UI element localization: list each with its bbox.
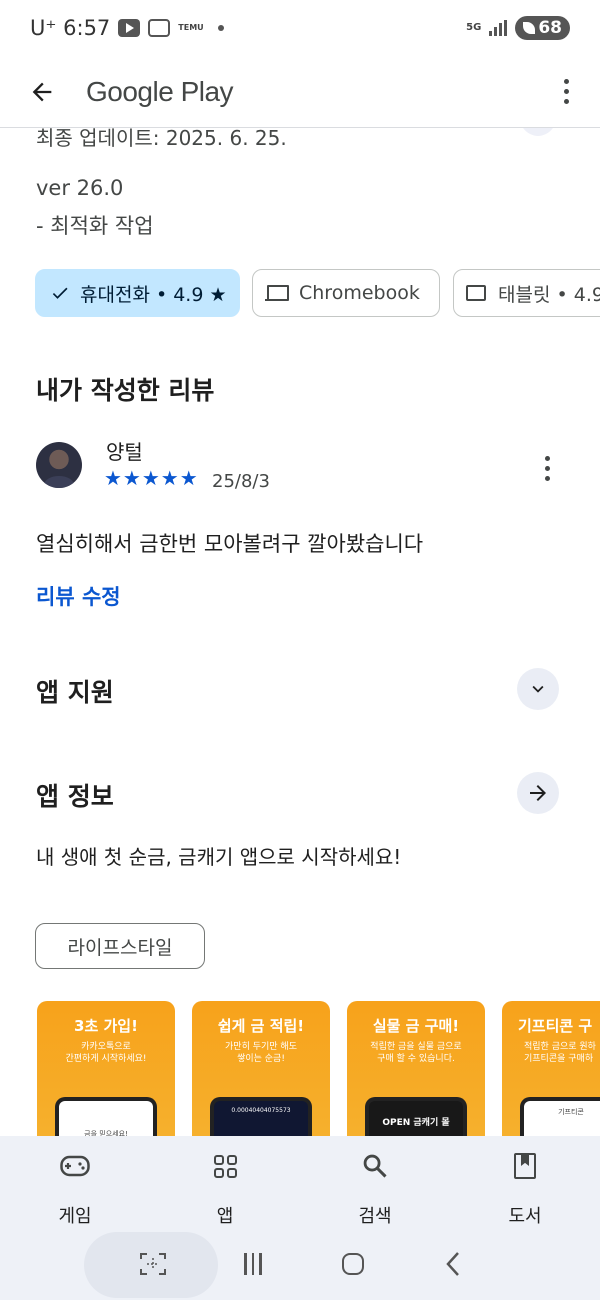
home-icon <box>342 1253 364 1275</box>
back-button[interactable] <box>26 76 58 108</box>
screenshot-title: 기프티콘 구 <box>518 1017 593 1035</box>
arrow-forward-icon <box>530 785 546 801</box>
phone-screen-text: 0.00040404075573 <box>214 1101 308 1136</box>
gamepad-icon <box>60 1150 90 1182</box>
app-title: Google Play <box>86 75 234 107</box>
status-left: U⁺ 6:57 TEMU <box>30 16 224 40</box>
shopping-notification-icon <box>148 19 171 37</box>
category-chip[interactable]: 라이프스타일 <box>35 923 205 969</box>
version-text: ver 26.0 <box>36 176 124 200</box>
phone-screen-text: OPEN 금캐기 몰 <box>369 1101 463 1136</box>
screenshot-card[interactable]: 실물 금 구매! 적립한 금을 실물 금으로 구매 할 수 있습니다. OPEN… <box>347 1001 485 1136</box>
home-button[interactable] <box>340 1250 366 1278</box>
phone-screen-text: 금을 믿으세요! <box>59 1101 153 1136</box>
device-chip-tablet[interactable]: 태블릿 • 4.9 <box>453 269 600 317</box>
apps-grid-icon <box>213 1154 237 1178</box>
more-options-button[interactable] <box>550 72 582 112</box>
review-date: 25/8/3 <box>212 471 270 492</box>
app-bar: Google Play <box>0 56 600 128</box>
laptop-icon <box>265 285 289 301</box>
reviewer-avatar <box>36 442 82 488</box>
power-saving-leaf-icon <box>523 22 536 34</box>
nav-item-apps[interactable]: 앱 <box>150 1136 300 1228</box>
nav-label: 도서 <box>508 1206 542 1227</box>
screenshot-title: 실물 금 구매! <box>372 1017 460 1035</box>
signal-icon <box>489 20 508 36</box>
system-back-button[interactable] <box>440 1250 466 1278</box>
recents-icon <box>244 1253 247 1275</box>
device-chip-label: 휴대전화 • 4.9 ★ <box>80 283 227 306</box>
device-chip-phone[interactable]: 휴대전화 • 4.9 ★ <box>35 269 240 317</box>
nav-label: 앱 <box>216 1206 234 1227</box>
screenshot-title: 쉽게 금 적립! <box>217 1017 305 1035</box>
my-review-heading: 내가 작성한 리뷰 <box>36 376 215 405</box>
app-info-arrow-button[interactable] <box>517 772 559 814</box>
search-icon <box>361 1150 389 1182</box>
bottom-navigation: 게임 앱 검색 도서 <box>0 1136 600 1228</box>
details-content[interactable]: 최종 업데이트: 2025. 6. 25. ver 26.0 - 최적화 작업 … <box>0 128 600 1136</box>
device-chip-label: Chromebook <box>299 282 420 304</box>
phone-mockup: 금을 믿으세요! <box>55 1097 157 1136</box>
device-chip-label: 태블릿 • 4.9 <box>498 283 600 306</box>
youtube-notification-icon <box>118 19 141 37</box>
rating-stars-icon: ★★★★★ <box>104 466 199 490</box>
screenshot-subtitle: 적립한 금을 실물 금으로 구매 할 수 있습니다. <box>370 1042 462 1064</box>
screenshot-title: 3초 가입! <box>74 1017 138 1035</box>
status-bar: U⁺ 6:57 TEMU 5G 68 <box>0 0 600 56</box>
battery-level: 68 <box>538 18 562 38</box>
screenshot-card[interactable]: 기프티콘 구 적립한 금으로 원하 기프티콘을 구매하 기프티콘 <box>502 1001 600 1136</box>
more-vert-icon <box>544 455 550 461</box>
app-support-heading[interactable]: 앱 지원 <box>36 673 114 709</box>
app-info-heading[interactable]: 앱 정보 <box>36 777 114 813</box>
screenshot-card[interactable]: 쉽게 금 적립! 가만히 두기만 해도 쌓이는 순금! 0.0004040407… <box>192 1001 330 1136</box>
nav-label: 게임 <box>58 1206 92 1227</box>
edit-review-link[interactable]: 리뷰 수정 <box>36 581 121 611</box>
nav-item-games[interactable]: 게임 <box>0 1136 150 1228</box>
temu-notification-icon: TEMU <box>178 23 204 32</box>
phone-screen-text: 기프티콘 <box>524 1101 600 1136</box>
nav-item-books[interactable]: 도서 <box>450 1136 600 1228</box>
arrow-back-icon <box>32 82 52 101</box>
network-type: 5G <box>466 22 482 33</box>
nav-label: 검색 <box>358 1206 392 1227</box>
section-arrow-button-partial[interactable] <box>518 128 558 136</box>
tablet-icon <box>466 285 486 301</box>
recents-button[interactable] <box>240 1250 266 1278</box>
check-icon <box>52 287 68 299</box>
more-vert-icon <box>563 79 569 84</box>
screenshot-subtitle: 가만히 두기만 해도 쌓이는 순금! <box>225 1042 297 1064</box>
chevron-left-icon <box>446 1252 459 1276</box>
screenshot-subtitle: 카카오톡으로 간편하게 시작하세요! <box>65 1042 147 1064</box>
last-updated: 최종 업데이트: 2025. 6. 25. <box>36 128 287 150</box>
capture-icon <box>140 1253 166 1275</box>
reviewer-name: 양털 <box>106 440 143 464</box>
review-options-button[interactable] <box>536 451 558 485</box>
screenshot-card[interactable]: 3초 가입! 카카오톡으로 간편하게 시작하세요! 금을 믿으세요! <box>37 1001 175 1136</box>
screen-capture-button[interactable] <box>138 1250 168 1278</box>
system-navigation-bar <box>0 1228 600 1300</box>
battery-indicator: 68 <box>515 16 570 40</box>
app-support-expand-button[interactable] <box>517 668 559 710</box>
more-notifications-dot-icon <box>217 25 224 31</box>
review-text: 열심히해서 금한번 모아볼려구 깔아봤습니다 <box>36 532 424 556</box>
update-note: - 최적화 작업 <box>36 214 154 238</box>
nav-item-search[interactable]: 검색 <box>300 1136 450 1228</box>
phone-mockup: OPEN 금캐기 몰 <box>365 1097 467 1136</box>
status-right: 5G 68 <box>466 16 570 40</box>
screenshot-subtitle: 적립한 금으로 원하 기프티콘을 구매하 <box>524 1042 596 1064</box>
phone-mockup: 0.00040404075573 <box>210 1097 312 1136</box>
chevron-down-icon <box>532 685 544 693</box>
carrier-time: U⁺ 6:57 <box>30 16 111 40</box>
app-description: 내 생애 첫 순금, 금캐기 앱으로 시작하세요! <box>36 845 402 869</box>
device-chip-chromebook[interactable]: Chromebook <box>252 269 440 317</box>
book-icon <box>514 1153 536 1179</box>
phone-mockup: 기프티콘 <box>520 1097 600 1136</box>
